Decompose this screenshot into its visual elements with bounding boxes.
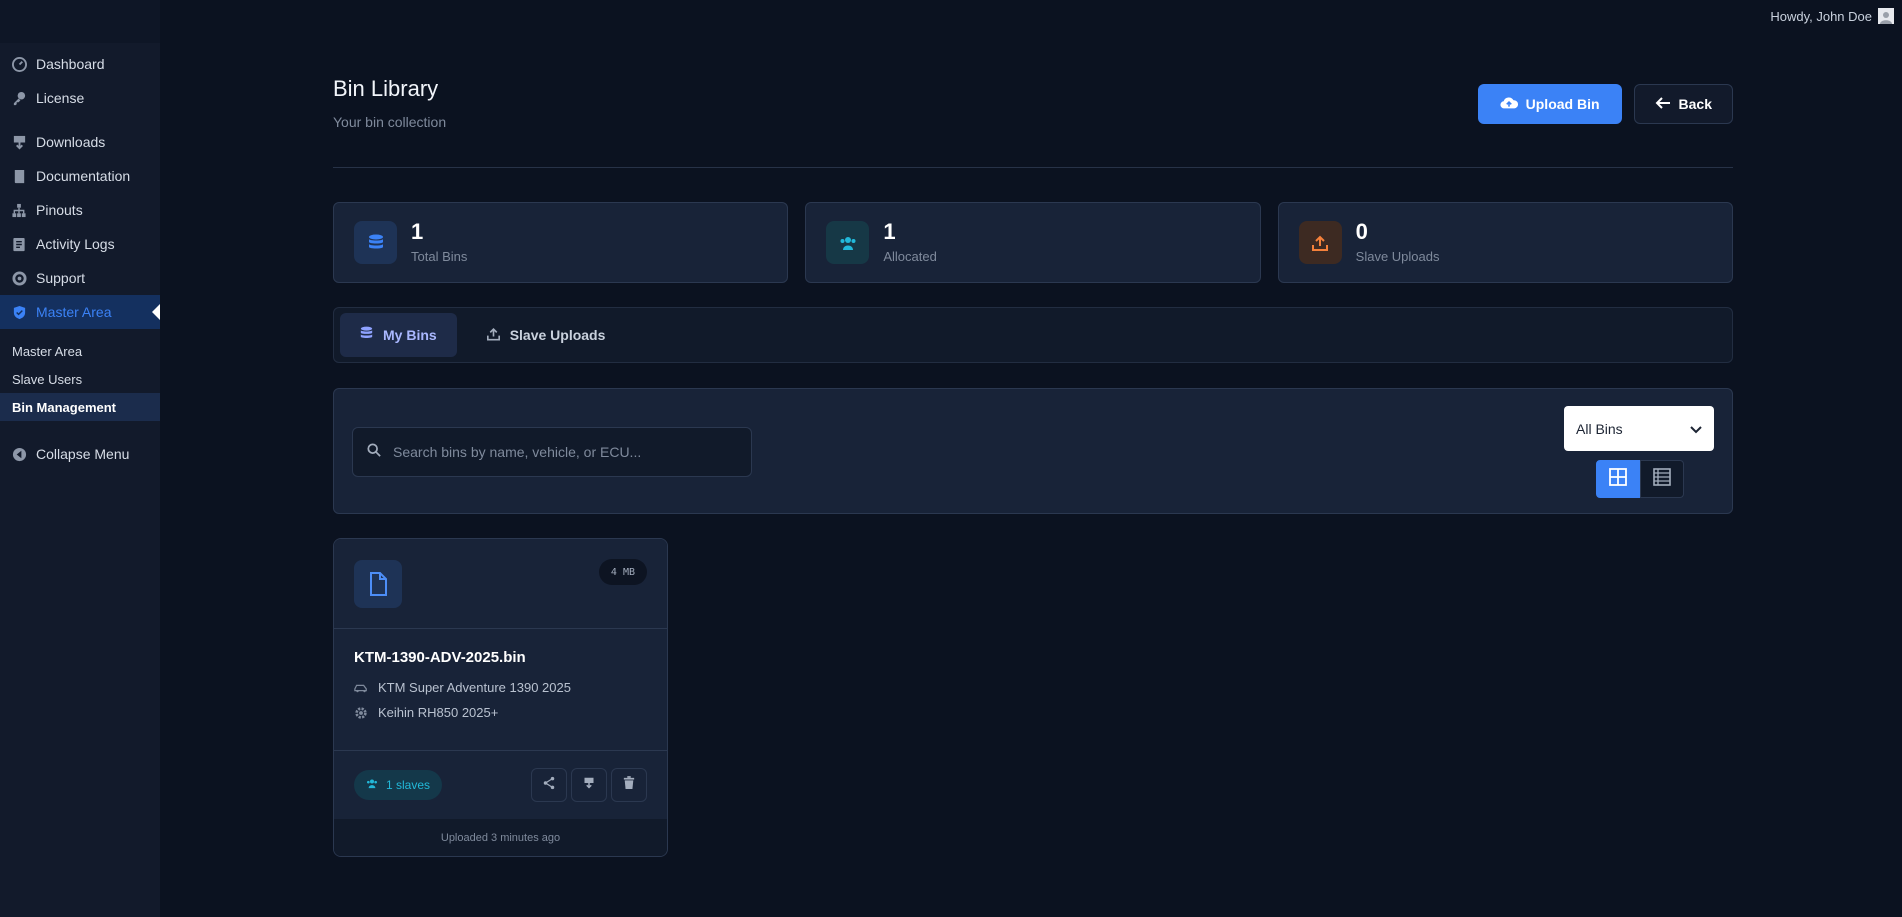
bin-filter-value: All Bins [1576,420,1623,437]
bin-filter-select[interactable]: All Bins [1564,406,1714,451]
submenu-item-bin-management[interactable]: Bin Management [0,393,160,421]
sidebar-item-documentation[interactable]: Documentation [0,159,160,193]
stat-label: Total Bins [411,249,468,264]
users-icon [366,778,378,792]
sidebar-item-label: License [36,90,85,106]
download-icon [583,776,595,795]
top-bar: Howdy, John Doe [0,0,1902,32]
share-button[interactable] [531,768,567,802]
avatar[interactable] [1878,8,1894,24]
users-icon [826,221,870,264]
grid-icon [1609,467,1627,491]
bin-ecu-row: Keihin RH850 2025+ [354,705,647,720]
arrow-left-icon [1655,96,1671,113]
car-icon [354,683,368,693]
cloud-upload-icon [1500,96,1518,113]
sidebar-item-label: Activity Logs [36,236,115,252]
download-button[interactable] [571,768,607,802]
card-action-buttons [531,768,647,802]
collapse-menu-label: Collapse Menu [36,446,130,462]
tab-label: Slave Uploads [509,327,606,343]
dashboard-icon [10,55,28,73]
sidebar-item-downloads[interactable]: Downloads [0,125,160,159]
sidebar-item-label: Documentation [36,168,131,184]
slaves-badge[interactable]: 1 slaves [354,770,443,800]
sidebar: Dashboard License Downloads Documentatio… [0,43,160,917]
bin-card-header: 4 MB [334,539,667,629]
file-size-badge: 4 MB [598,559,647,585]
delete-button[interactable] [611,768,647,802]
sidebar-item-pinouts[interactable]: Pinouts [0,193,160,227]
user-greeting[interactable]: Howdy, John Doe [1770,9,1872,24]
sidebar-item-label: Pinouts [36,202,83,218]
upload-bin-button[interactable]: Upload Bin [1477,84,1622,124]
bin-card-body: KTM-1390-ADV-2025.bin KTM Super Adventur… [334,629,667,751]
download-icon [10,133,28,151]
bin-vehicle-row: KTM Super Adventure 1390 2025 [354,680,647,695]
sidebar-item-label: Support [36,270,86,286]
back-label: Back [1678,96,1712,112]
sidebar-item-dashboard[interactable]: Dashboard [0,47,160,81]
tab-label: My Bins [383,327,437,343]
sidebar-item-label: Master Area [36,304,112,320]
slaves-count: 1 slaves [386,778,431,792]
book-icon [10,167,28,185]
stats-row: 1 Total Bins 1 Allocated 0 Slave Uploads [333,202,1733,283]
sitemap-icon [10,201,28,219]
bin-vehicle: KTM Super Adventure 1390 2025 [378,680,571,695]
bin-card-actions: 1 slaves [334,751,667,819]
stat-slave-uploads: 0 Slave Uploads [1277,202,1733,283]
submenu-item-master-area[interactable]: Master Area [0,337,160,365]
shield-icon [10,303,28,321]
share-icon [542,776,556,795]
bin-card[interactable]: 4 MB KTM-1390-ADV-2025.bin KTM Super Adv… [333,538,668,857]
collapse-icon [10,445,28,463]
database-icon [354,221,397,264]
bin-file-name: KTM-1390-ADV-2025.bin [354,649,526,666]
upload-bin-label: Upload Bin [1525,96,1600,112]
upload-icon [486,327,500,344]
key-icon [10,89,28,107]
stat-allocated: 1 Allocated [805,202,1261,283]
stat-total-bins: 1 Total Bins [333,202,789,283]
table-list-icon [1653,467,1671,491]
sidebar-item-master-area[interactable]: Master Area [0,295,160,329]
sidebar-item-label: Dashboard [36,56,105,72]
stat-value: 1 [883,219,896,244]
stat-label: Allocated [883,249,937,264]
grid-view-button[interactable] [1596,460,1640,498]
tab-bar: My Bins Slave Uploads [333,307,1733,363]
search-icon [367,442,381,462]
trash-icon [623,775,635,795]
sidebar-item-label: Downloads [36,134,106,150]
bin-ecu: Keihin RH850 2025+ [378,705,499,720]
sidebar-item-support[interactable]: Support [0,261,160,295]
filter-panel: All Bins [333,388,1733,514]
stat-label: Slave Uploads [1355,249,1440,264]
back-button[interactable]: Back [1633,84,1733,124]
page-header: Bin Library Your bin collection Upload B… [333,76,1733,168]
view-toggle [1596,460,1684,498]
collapse-menu-button[interactable]: Collapse Menu [0,437,160,471]
stat-value: 0 [1355,219,1368,244]
upload-icon [1298,221,1342,264]
stat-value: 1 [411,219,424,244]
submenu-item-slave-users[interactable]: Slave Users [0,365,160,393]
list-view-button[interactable] [1640,460,1684,498]
header-actions: Upload Bin Back [1477,84,1733,124]
bin-upload-time: Uploaded 3 minutes ago [334,819,667,856]
tab-slave-uploads[interactable]: Slave Uploads [467,313,626,357]
search-input[interactable] [393,444,733,460]
sidebar-item-activity-logs[interactable]: Activity Logs [0,227,160,261]
list-icon [10,235,28,253]
database-icon [360,326,373,344]
gear-icon [354,706,368,720]
sidebar-submenu: Master Area Slave Users Bin Management [0,329,160,425]
sidebar-item-license[interactable]: License [0,81,160,115]
file-icon [354,560,402,608]
chevron-down-icon [1690,421,1702,437]
support-icon [10,269,28,287]
tab-my-bins[interactable]: My Bins [340,313,457,357]
search-box [352,427,752,477]
